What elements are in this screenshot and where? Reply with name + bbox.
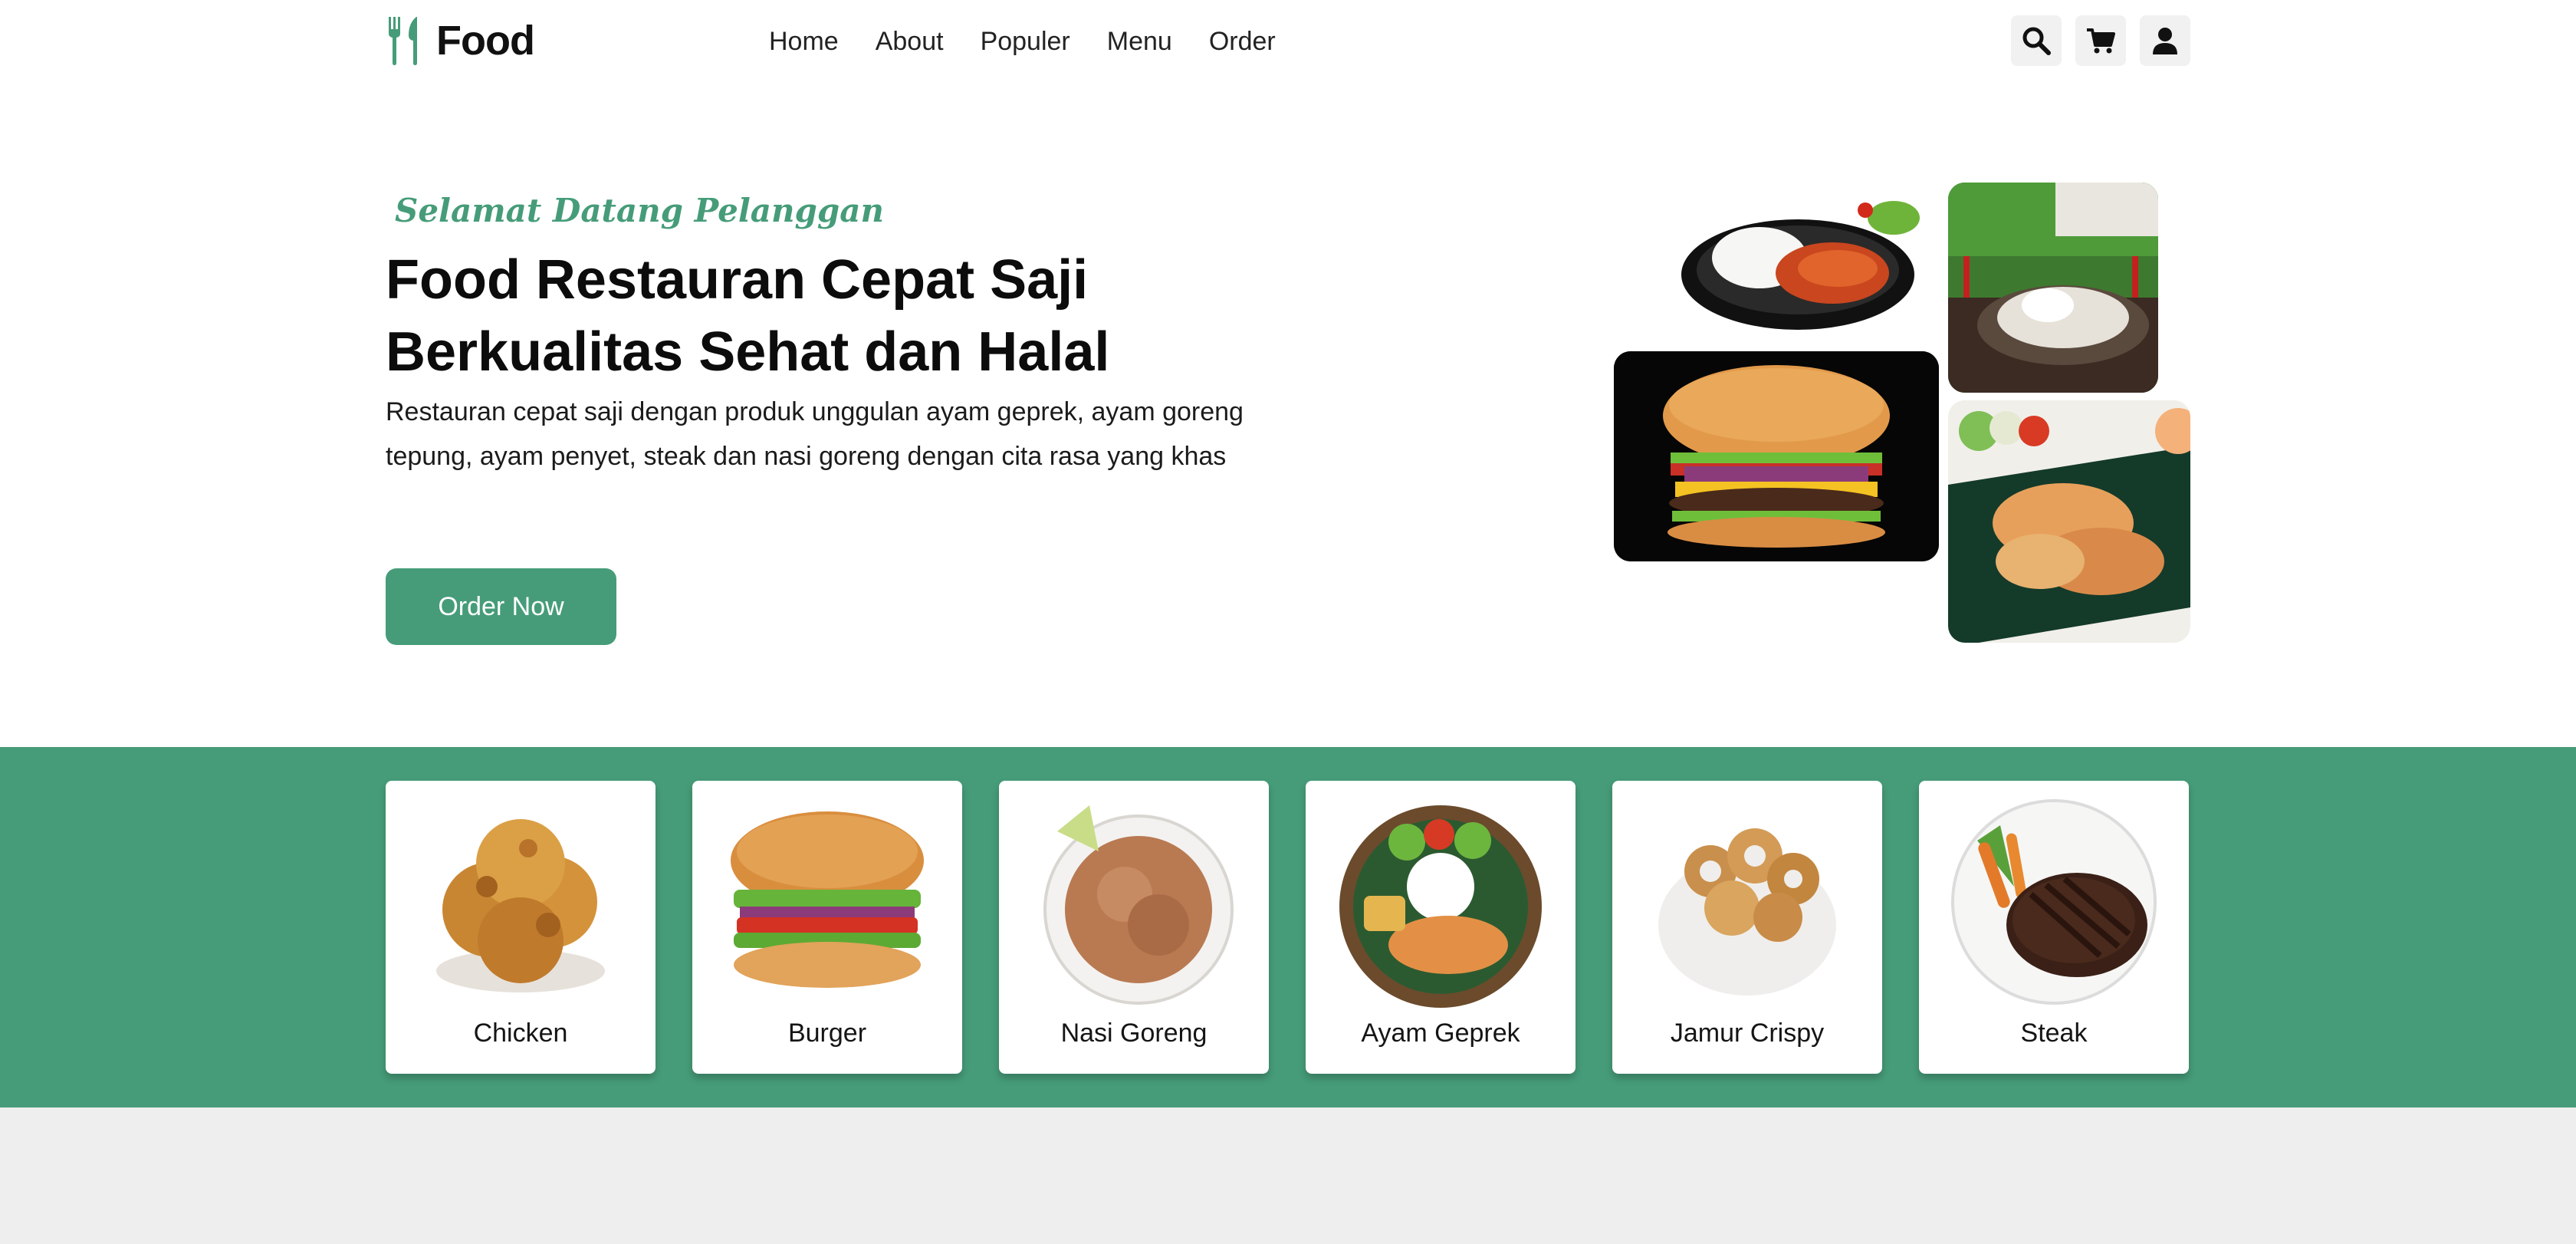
nav-about[interactable]: About [876,20,944,63]
nav-menu[interactable]: Menu [1107,20,1172,63]
category-cards: Chicken Burger Nasi Goreng Ayam Geprek J… [386,781,2189,1074]
hero-subtitle: Selamat Datang Pelanggan [395,192,885,229]
hero-image-rice-plate [1675,183,1921,336]
category-card-jamur-crispy[interactable]: Jamur Crispy [1612,781,1882,1074]
nav-order[interactable]: Order [1209,20,1276,63]
category-card-ayam-geprek[interactable]: Ayam Geprek [1306,781,1576,1074]
search-icon [2022,27,2051,55]
category-label: Nasi Goreng [1060,1019,1208,1048]
order-now-button[interactable]: Order Now [386,568,616,645]
user-button[interactable] [2140,15,2190,66]
category-card-burger[interactable]: Burger [692,781,962,1074]
user-icon [2153,28,2177,54]
header-actions [2011,15,2190,66]
page: Food Home About Populer Menu Order Selam… [0,0,2576,1244]
burger-image [731,811,924,988]
category-card-nasi-goreng[interactable]: Nasi Goreng [999,781,1269,1074]
brand-name: Food [436,18,535,64]
next-section-background [0,1107,2576,1244]
category-label: Jamur Crispy [1670,1019,1825,1048]
hero-image-burger [1614,351,1939,561]
header: Food Home About Populer Menu Order [0,0,2576,83]
fork-knife-icon [389,17,417,65]
cart-icon [2087,28,2115,54]
brand-logo[interactable]: Food [386,15,535,66]
category-label: Burger [787,1019,867,1048]
cart-button[interactable] [2075,15,2126,66]
hero-image-ayam-geprek [1948,400,2190,643]
category-label: Steak [2020,1019,2088,1048]
chicken-image [436,819,605,992]
main-nav: Home About Populer Menu Order [769,20,1276,63]
hero-title: Food Restauran Cepat Saji Berkualitas Se… [386,244,1306,388]
hero-image-restaurant-dish [1948,183,2158,393]
search-button[interactable] [2011,15,2062,66]
jamur-crispy-image [1658,828,1836,996]
hero-title-line-1: Food Restauran Cepat Saji [386,249,1089,311]
category-card-chicken[interactable]: Chicken [386,781,656,1074]
hero-description: Restauran cepat saji dengan produk unggu… [386,397,1244,471]
nav-home[interactable]: Home [769,20,839,63]
ayam-geprek-image [1339,805,1542,1008]
category-label: Chicken [473,1019,568,1048]
category-label: Ayam Geprek [1361,1019,1520,1048]
category-card-steak[interactable]: Steak [1919,781,2189,1074]
hero-title-line-2: Berkualitas Sehat dan Halal [386,321,1110,383]
nav-populer[interactable]: Populer [981,20,1070,63]
steak-image [1951,799,2157,1005]
nasi-goreng-image [1043,805,1234,1005]
